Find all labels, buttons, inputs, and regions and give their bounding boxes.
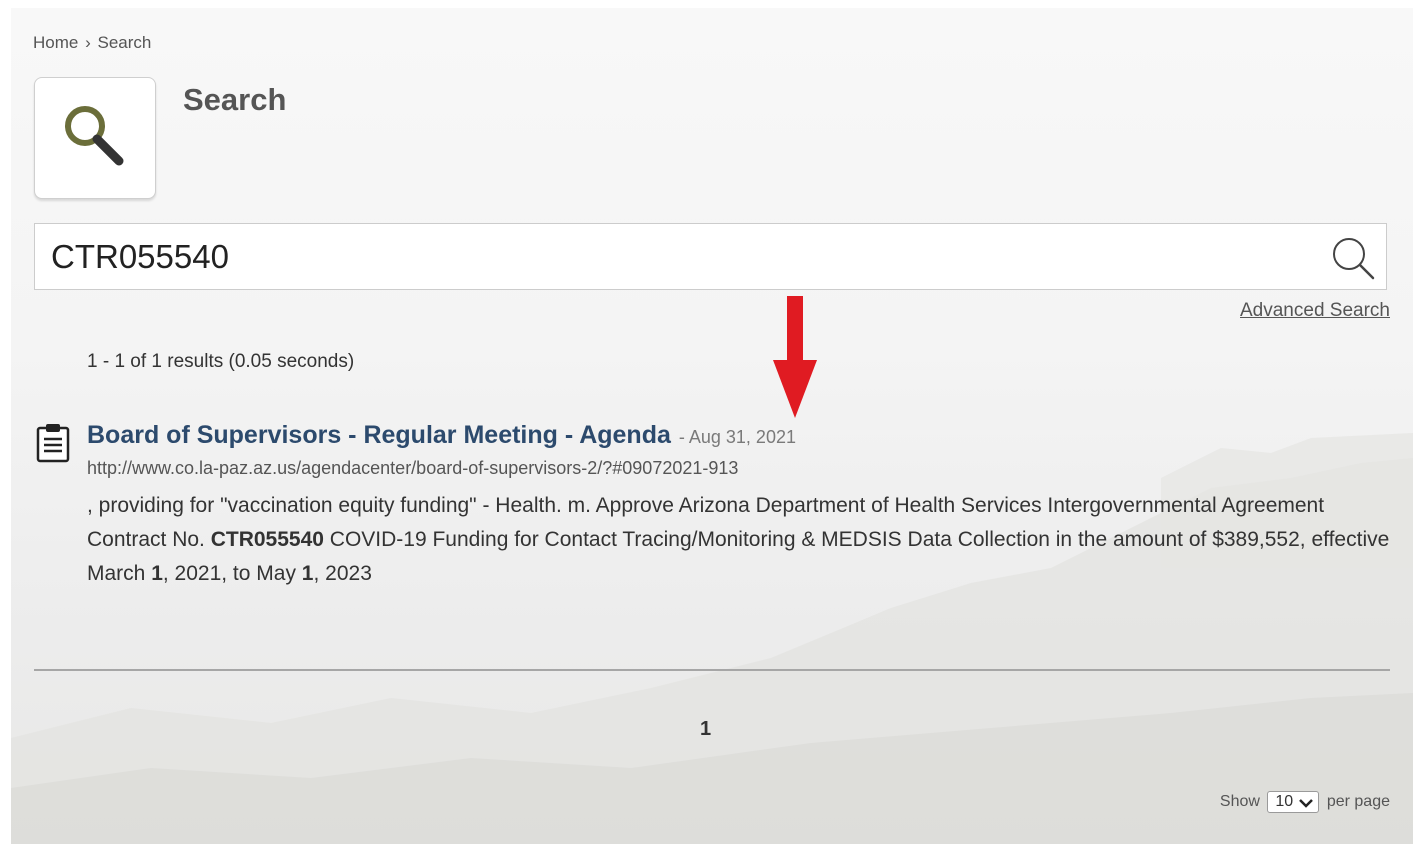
snippet-text: , 2023 <box>313 562 372 585</box>
result-heading: Board of Supervisors - Regular Meeting -… <box>87 421 796 450</box>
result-snippet: , providing for "vaccination equity fund… <box>87 489 1397 591</box>
search-input[interactable] <box>35 224 1305 289</box>
magnifier-icon <box>65 106 124 166</box>
red-down-arrow-icon <box>773 296 817 418</box>
per-page-select[interactable]: 10 <box>1267 791 1320 813</box>
per-page-value: 10 <box>1275 793 1294 810</box>
advanced-search-link[interactable]: Advanced Search <box>1240 300 1390 322</box>
breadcrumb-separator: › <box>85 33 91 52</box>
snippet-text: , 2021, to May <box>162 562 302 585</box>
page-icon-tile <box>34 77 156 199</box>
per-page-label-after: per page <box>1326 793 1390 811</box>
search-icon[interactable] <box>1330 235 1376 281</box>
result-date: - Aug 31, 2021 <box>678 427 796 447</box>
results-summary: 1 - 1 of 1 results (0.05 seconds) <box>87 351 355 372</box>
snippet-highlight: 1 <box>151 562 163 585</box>
pagination-current-page[interactable]: 1 <box>700 718 711 741</box>
search-page: Home › Search Search Advanced Search 1 -… <box>11 8 1413 844</box>
result-url: http://www.co.la-paz.az.us/agendacenter/… <box>87 458 739 478</box>
breadcrumb-home-link[interactable]: Home <box>33 33 78 52</box>
breadcrumb-current: Search <box>97 33 152 52</box>
result-title-link[interactable]: Board of Supervisors - Regular Meeting -… <box>87 421 671 449</box>
search-bar <box>34 223 1387 290</box>
chevron-down-icon <box>1299 799 1314 808</box>
per-page-label-before: Show <box>1219 793 1260 811</box>
clipboard-document-icon <box>36 424 70 463</box>
per-page-control: Show 10 per page <box>1220 791 1390 813</box>
snippet-highlight: CTR055540 <box>210 528 324 551</box>
snippet-highlight: 1 <box>301 562 314 585</box>
page-title: Search <box>183 82 287 117</box>
results-divider <box>34 669 1390 671</box>
breadcrumb: Home › Search <box>33 33 151 53</box>
